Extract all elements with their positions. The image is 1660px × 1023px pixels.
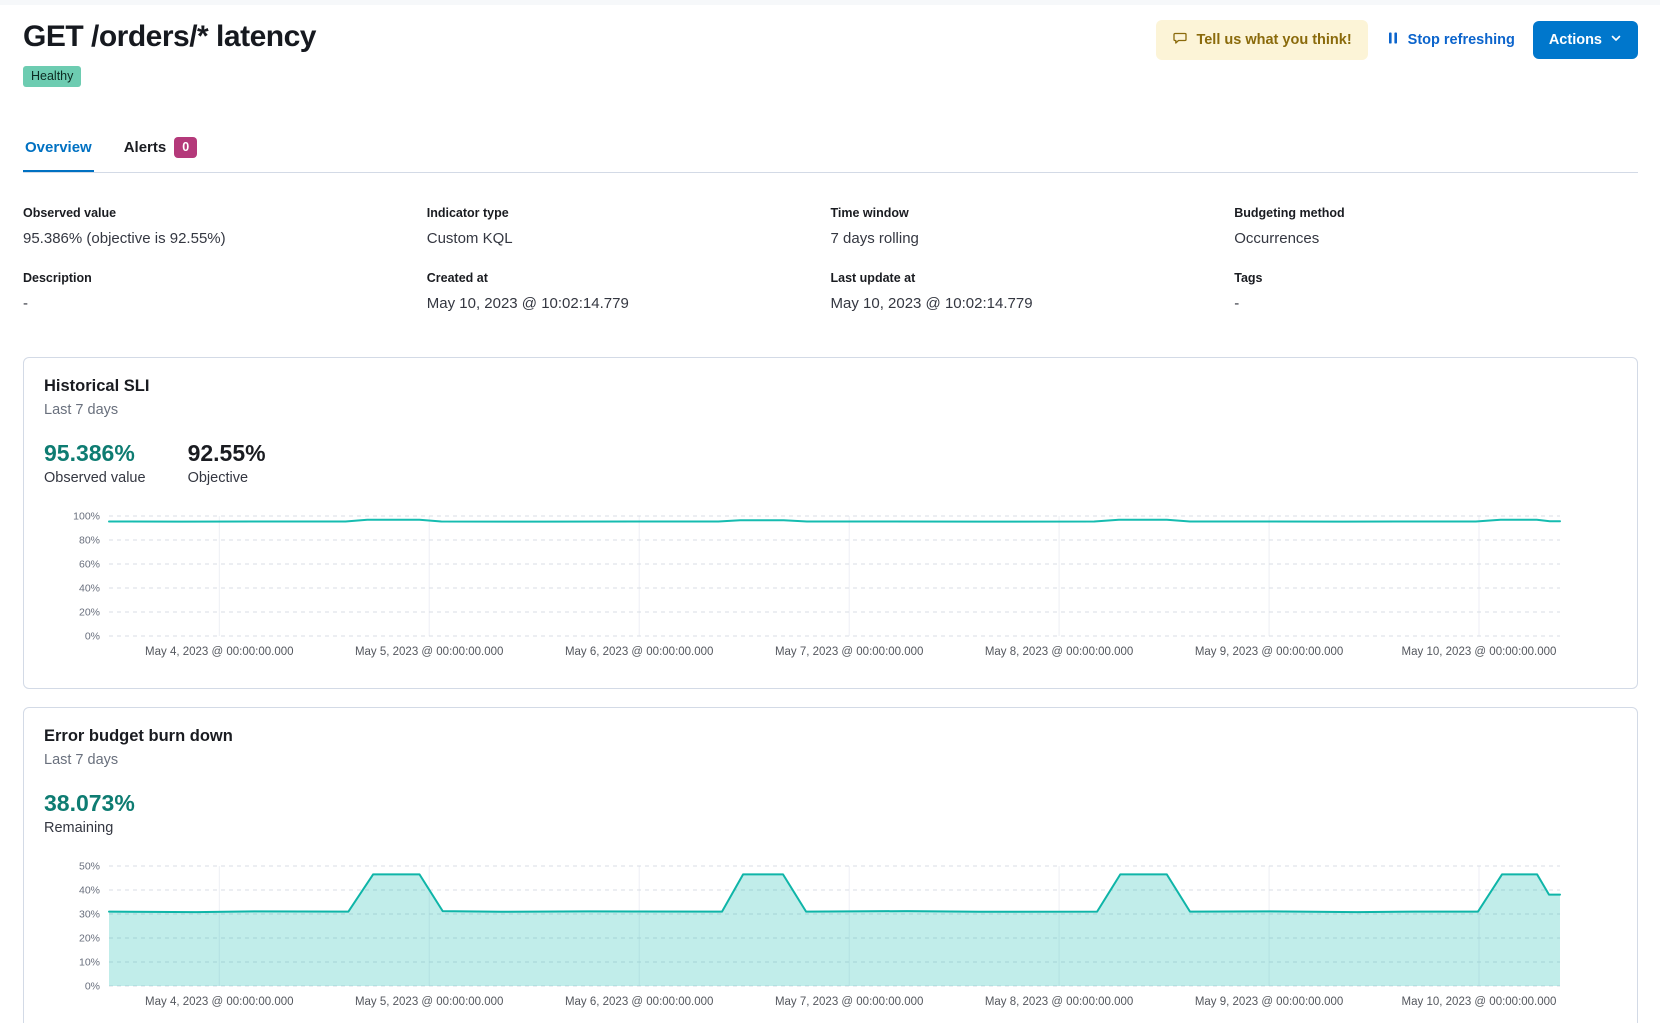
status-badge: Healthy [23,66,81,87]
alerts-count-badge: 0 [174,137,197,158]
svg-text:May 9, 2023 @ 00:00:00.000: May 9, 2023 @ 00:00:00.000 [1195,996,1344,1008]
meta-value: Custom KQL [427,228,831,249]
error-budget-chart[interactable]: May 4, 2023 @ 00:00:00.000 May 5, 2023 @ … [44,862,1617,1020]
stat-objective: 92.55% Objective [188,439,266,488]
page-header: GET /orders/* latency Healthy Tell us wh… [23,17,1638,87]
svg-text:May 10, 2023 @ 00:00:00.000: May 10, 2023 @ 00:00:00.000 [1402,646,1557,658]
svg-text:0%: 0% [85,631,100,643]
meta-indicator-type: Indicator type Custom KQL [427,205,831,249]
stat-remaining: 38.073% Remaining [44,789,135,838]
tab-alerts-label: Alerts [124,139,167,156]
meta-description: Description - [23,270,427,314]
tab-overview-label: Overview [25,139,92,156]
svg-text:40%: 40% [79,583,100,595]
meta-value: - [23,293,427,314]
meta-label: Last update at [831,270,1235,287]
meta-label: Time window [831,205,1235,222]
feedback-button-label: Tell us what you think! [1196,32,1351,48]
svg-text:May 10, 2023 @ 00:00:00.000: May 10, 2023 @ 00:00:00.000 [1402,996,1557,1008]
meta-observed-value: Observed value 95.386% (objective is 92.… [23,205,427,249]
meta-created-at: Created at May 10, 2023 @ 10:02:14.779 [427,270,831,314]
meta-value: 95.386% (objective is 92.55%) [23,228,427,249]
historical-sli-card: Historical SLI Last 7 days 95.386% Obser… [23,357,1638,689]
overview-definition-grid: Observed value 95.386% (objective is 92.… [23,205,1638,314]
svg-text:60%: 60% [79,559,100,571]
stat-label: Observed value [44,468,146,488]
card-title: Historical SLI [44,375,1617,397]
meta-budgeting-method: Budgeting method Occurrences [1234,205,1638,249]
svg-text:May 5, 2023 @ 00:00:00.000: May 5, 2023 @ 00:00:00.000 [355,996,504,1008]
speech-bubble-icon [1172,30,1188,50]
meta-value: May 10, 2023 @ 10:02:14.779 [831,293,1235,314]
page-title: GET /orders/* latency [23,17,316,57]
card-subtitle: Last 7 days [44,750,1617,771]
svg-text:100%: 100% [73,512,100,523]
svg-text:May 5, 2023 @ 00:00:00.000: May 5, 2023 @ 00:00:00.000 [355,646,504,658]
meta-time-window: Time window 7 days rolling [831,205,1235,249]
meta-value: - [1234,293,1638,314]
stat-value: 38.073% [44,789,135,817]
svg-text:May 4, 2023 @ 00:00:00.000: May 4, 2023 @ 00:00:00.000 [145,646,294,658]
svg-text:40%: 40% [79,885,100,897]
meta-value: May 10, 2023 @ 10:02:14.779 [427,293,831,314]
svg-text:May 8, 2023 @ 00:00:00.000: May 8, 2023 @ 00:00:00.000 [985,996,1134,1008]
meta-label: Description [23,270,427,287]
svg-text:50%: 50% [79,862,100,873]
pause-icon [1386,31,1400,49]
card-title: Error budget burn down [44,725,1617,747]
svg-text:30%: 30% [79,909,100,921]
stop-refreshing-label: Stop refreshing [1408,32,1515,48]
stat-value: 95.386% [44,439,146,467]
stat-value: 92.55% [188,439,266,467]
svg-text:May 8, 2023 @ 00:00:00.000: May 8, 2023 @ 00:00:00.000 [985,646,1134,658]
svg-text:May 6, 2023 @ 00:00:00.000: May 6, 2023 @ 00:00:00.000 [565,646,714,658]
tab-bar: Overview Alerts 0 [23,137,1638,173]
feedback-button[interactable]: Tell us what you think! [1156,20,1367,60]
tab-alerts[interactable]: Alerts 0 [122,137,199,172]
stat-label: Remaining [44,818,135,838]
meta-label: Tags [1234,270,1638,287]
meta-label: Observed value [23,205,427,222]
error-budget-card: Error budget burn down Last 7 days 38.07… [23,707,1638,1023]
actions-button[interactable]: Actions [1533,21,1638,59]
page-top-strip [0,0,1660,5]
svg-text:May 4, 2023 @ 00:00:00.000: May 4, 2023 @ 00:00:00.000 [145,996,294,1008]
svg-text:10%: 10% [79,957,100,969]
card-subtitle: Last 7 days [44,400,1617,421]
stat-observed-value: 95.386% Observed value [44,439,146,488]
svg-text:May 9, 2023 @ 00:00:00.000: May 9, 2023 @ 00:00:00.000 [1195,646,1344,658]
svg-text:20%: 20% [79,933,100,945]
svg-text:May 6, 2023 @ 00:00:00.000: May 6, 2023 @ 00:00:00.000 [565,996,714,1008]
tab-overview[interactable]: Overview [23,137,94,172]
stop-refreshing-button[interactable]: Stop refreshing [1382,20,1519,60]
meta-label: Created at [427,270,831,287]
actions-button-label: Actions [1549,32,1602,48]
svg-text:0%: 0% [85,981,100,993]
meta-value: 7 days rolling [831,228,1235,249]
slo-detail-page: GET /orders/* latency Healthy Tell us wh… [0,17,1660,1023]
svg-text:May 7, 2023 @ 00:00:00.000: May 7, 2023 @ 00:00:00.000 [775,646,924,658]
historical-sli-chart[interactable]: May 4, 2023 @ 00:00:00.000 May 5, 2023 @ … [44,512,1617,670]
svg-text:80%: 80% [79,535,100,547]
chevron-down-icon [1610,32,1622,48]
meta-value: Occurrences [1234,228,1638,249]
svg-text:20%: 20% [79,607,100,619]
meta-label: Indicator type [427,205,831,222]
meta-last-update-at: Last update at May 10, 2023 @ 10:02:14.7… [831,270,1235,314]
meta-label: Budgeting method [1234,205,1638,222]
stat-label: Objective [188,468,266,488]
svg-text:May 7, 2023 @ 00:00:00.000: May 7, 2023 @ 00:00:00.000 [775,996,924,1008]
meta-tags: Tags - [1234,270,1638,314]
